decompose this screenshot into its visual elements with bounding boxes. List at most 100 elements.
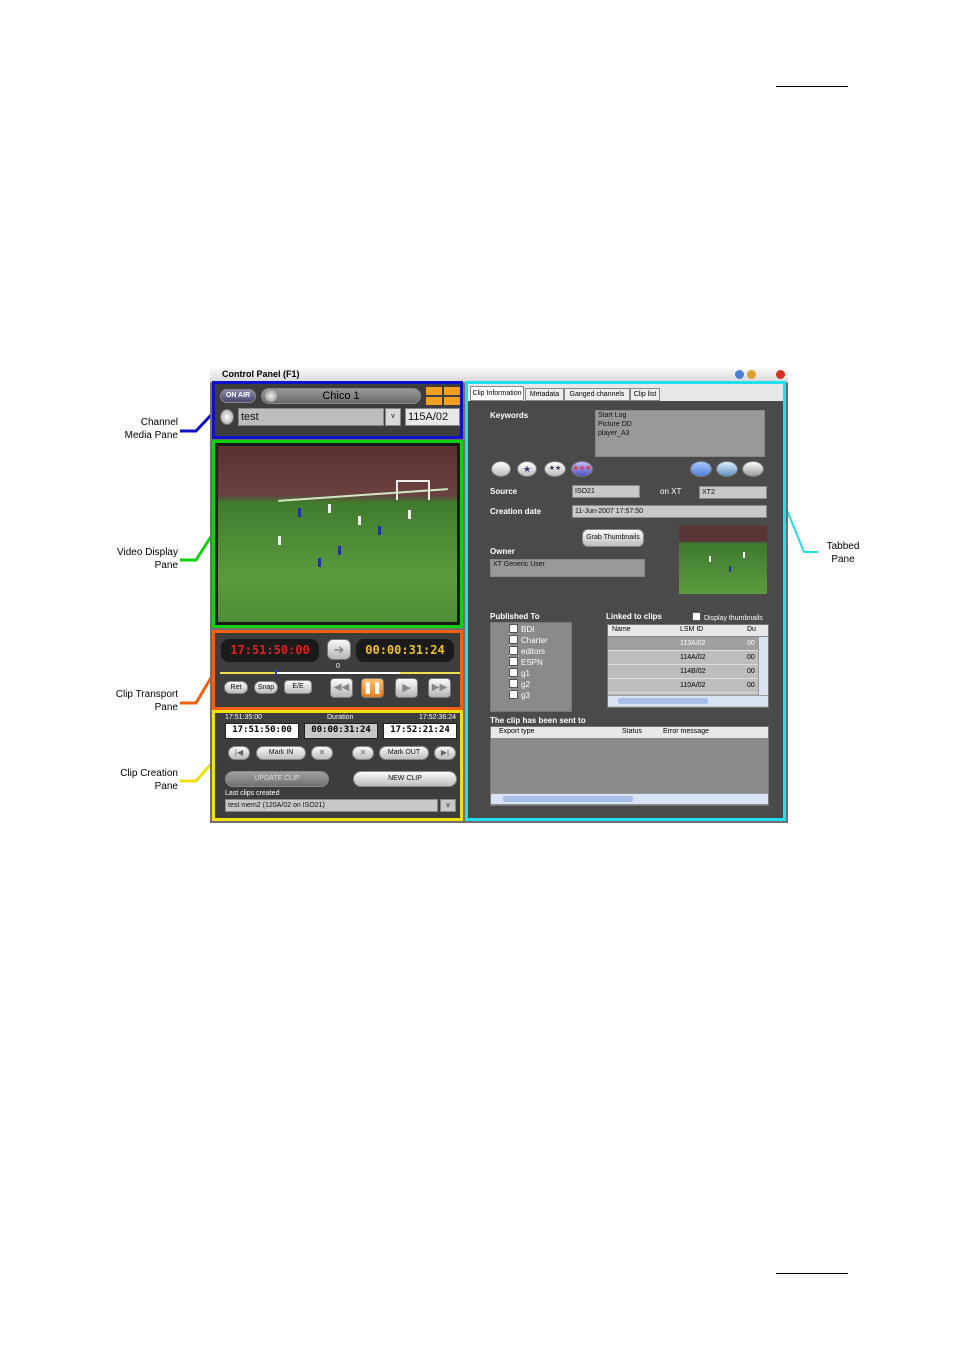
clip-creation-pane: 17:51:35:00 Duration 17:52:36:24 17:51:5… [212,710,463,821]
scrollbar-thumb[interactable] [618,698,708,704]
tc-out-field[interactable]: 17:52:21:24 [383,723,457,739]
table-row[interactable]: 110A/02 00 [608,679,758,693]
window-title: Control Panel (F1) [222,369,300,379]
player [278,536,281,545]
on-air-button[interactable]: ON AIR [220,389,256,403]
tab-bar: Clip Information Metadata Ganged channel… [468,384,783,401]
on-xt-label: on XT [660,487,682,496]
player [298,508,301,517]
clip-name-field[interactable]: test [238,408,384,426]
sent-to-label: The clip has been sent to [490,716,586,725]
published-to-item[interactable]: Charter [509,635,548,645]
help-icon[interactable] [735,370,744,379]
published-to-label: Published To [490,612,540,621]
player [328,504,331,513]
sent-col-export-type[interactable]: Export type [499,728,534,735]
linked-horizontal-scrollbar[interactable] [608,695,768,706]
linked-clips-table: Name LSM ID Du 113A/02 00 114A/02 00 114… [607,624,769,708]
published-to-item[interactable]: BDI [509,624,534,634]
user-icon[interactable] [220,409,234,425]
fast-forward-button[interactable]: ▶▶ [428,678,451,698]
grab-thumbnails-button[interactable]: Grab Thumbnails [582,529,644,547]
linked-col-du[interactable]: Du [747,626,756,633]
tab-ganged-channels[interactable]: Ganged channels [564,388,630,401]
snap-button[interactable]: Snap [254,681,278,694]
tab-metadata[interactable]: Metadata [525,388,564,401]
mark-in-button[interactable]: Mark IN [256,746,306,760]
position-cursor [275,670,277,675]
last-clips-dropdown[interactable]: v [440,799,456,812]
close-icon[interactable] [776,370,785,379]
rating-three-star-icon[interactable]: ★★★ [571,461,593,477]
published-to-item[interactable]: g1 [509,668,530,678]
position-marker [275,672,400,674]
duration-label: Duration [327,714,354,721]
display-thumbnails-checkbox[interactable]: Display thumbnails [692,612,763,622]
table-row[interactable]: 114A/02 00 [608,651,758,665]
table-row[interactable]: 113A/02 00 [608,637,758,651]
unarchive-icon[interactable] [742,461,764,477]
tab-clip-list[interactable]: Clip list [630,388,660,401]
linked-col-lsm-id[interactable]: LSM ID [680,626,703,633]
update-clip-button[interactable]: UPDATE CLIP [225,771,329,787]
new-clip-button[interactable]: NEW CLIP [353,771,457,787]
thumbnail-player [743,552,745,558]
linked-col-name[interactable]: Name [612,626,631,633]
ret-button[interactable]: Ret [224,681,248,694]
mark-out-button[interactable]: Mark OUT [379,746,429,760]
published-to-item[interactable]: g3 [509,690,530,700]
archive-icon[interactable] [716,461,738,477]
thumbnail-player [729,566,731,572]
published-to-item[interactable]: ESPN [509,657,543,667]
keywords-field[interactable]: Start Log Picture DD player_A3 [595,410,765,457]
play-button[interactable]: ▶ [395,678,418,698]
tc-in-field[interactable]: 17:51:50:00 [225,723,299,739]
minimize-icon[interactable] [747,370,756,379]
creation-date-label: Creation date [490,507,542,516]
linked-vertical-scrollbar[interactable] [758,637,768,695]
position-bar[interactable] [220,670,460,675]
clear-in-icon[interactable]: ✕ [311,746,333,760]
sent-horizontal-scrollbar[interactable] [491,793,768,804]
player [358,516,361,525]
rating-one-star-icon[interactable]: ★ [517,461,537,477]
clip-transport-pane: 17:51:50:00 ➜ 00:00:31:24 0 Ret Snap E/E… [212,630,463,710]
tab-clip-information[interactable]: Clip Information [470,386,524,401]
transport-timecode-left: 17:51:50:00 [221,639,319,662]
layout-grid-icon[interactable] [426,387,460,405]
display-thumbnails-box[interactable] [692,612,701,621]
player [408,510,411,519]
thumbnail-image [679,526,767,594]
goto-in-icon[interactable]: |◀ [228,746,250,760]
player [378,526,381,535]
published-to-tree: BDI Charter editors ESPN g1 g2 g3 [490,622,572,712]
sent-to-table: Export type Status Error message [490,726,769,806]
video-frame [218,446,457,622]
ee-button[interactable]: E/E [284,680,312,694]
rewind-button[interactable]: ◀◀ [330,678,353,698]
rating-two-star-icon[interactable]: ★★ [544,461,566,477]
sent-col-error-message[interactable]: Error message [663,728,709,735]
player [318,558,321,567]
goto-arrow-button[interactable]: ➜ [327,639,351,660]
protect-icon[interactable] [690,461,712,477]
sent-col-status[interactable]: Status [622,728,642,735]
clip-name-dropdown[interactable]: v [385,408,401,426]
table-row[interactable]: 114B/02 00 [608,665,758,679]
published-to-item[interactable]: g2 [509,679,530,689]
linked-to-clips-label: Linked to clips [606,612,663,621]
published-to-item[interactable]: editors [509,646,545,656]
last-clips-field[interactable]: test mem2 (120A/02 on ISO21) [225,799,438,812]
source-field: ISO21 [572,485,640,498]
goto-out-icon[interactable]: ▶| [434,746,456,760]
channel-name: Chico 1 [322,390,360,402]
pause-button[interactable]: ❚❚ [361,678,384,698]
sent-header-row: Export type Status Error message [491,727,768,739]
on-xt-field: XT2 [699,486,767,499]
position-readout: 0 [336,663,340,670]
tabbed-pane: Clip Information Metadata Ganged channel… [465,381,786,821]
scrollbar-thumb[interactable] [503,796,633,802]
clear-out-icon[interactable]: ✕ [352,746,374,760]
rating-none-button[interactable] [491,461,511,477]
linked-header-row: Name LSM ID Du [608,625,768,637]
